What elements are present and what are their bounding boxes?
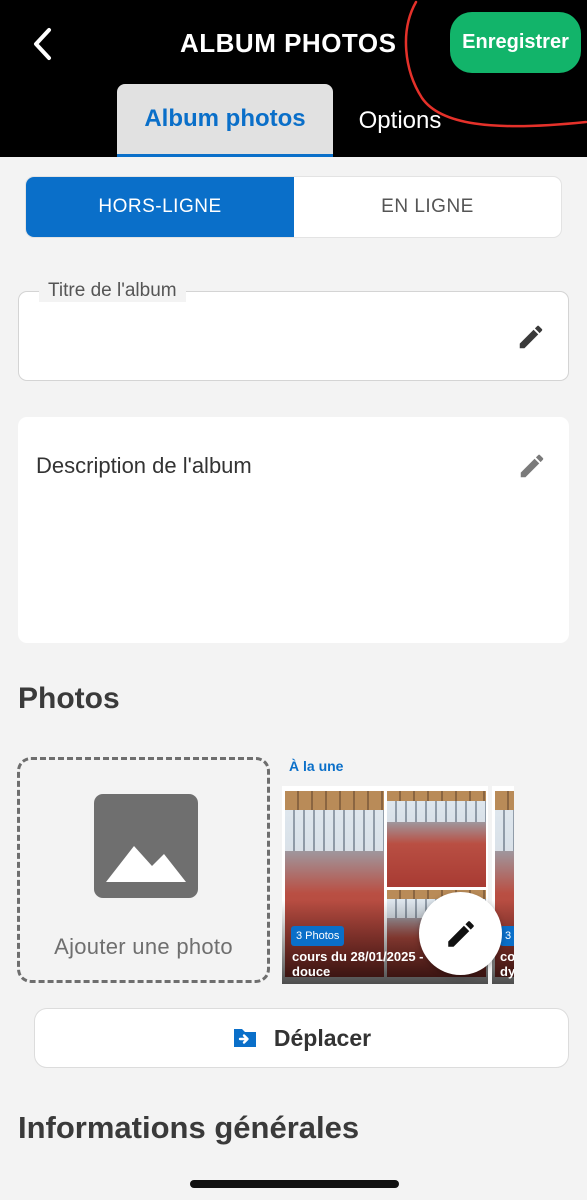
album-title-label: Titre de l'album bbox=[39, 280, 186, 302]
offline-option[interactable]: HORS-LIGNE bbox=[26, 177, 294, 237]
album-description-field[interactable]: Description de l'album bbox=[18, 417, 569, 643]
save-button[interactable]: Enregistrer bbox=[450, 12, 581, 73]
photo-count-badge: 3 bbox=[500, 926, 514, 946]
add-photo-button[interactable]: Ajouter une photo bbox=[17, 757, 270, 983]
album-caption: co dy bbox=[500, 949, 514, 979]
pencil-icon[interactable] bbox=[516, 322, 546, 352]
tab-options[interactable]: Options bbox=[340, 84, 460, 157]
add-photo-label: Ajouter une photo bbox=[54, 934, 233, 959]
image-icon bbox=[94, 794, 198, 898]
pencil-icon[interactable] bbox=[517, 451, 547, 481]
album-description-placeholder: Description de l'album bbox=[36, 453, 252, 478]
back-button[interactable] bbox=[28, 24, 58, 64]
featured-label: À la une bbox=[289, 758, 344, 774]
album-thumbnail bbox=[387, 791, 486, 887]
move-button-label: Déplacer bbox=[273, 1024, 372, 1051]
general-info-title: Informations générales bbox=[18, 1110, 360, 1145]
home-indicator bbox=[190, 1180, 399, 1188]
photos-section-title: Photos bbox=[18, 682, 120, 715]
pencil-icon bbox=[447, 920, 474, 947]
mode-toggle: HORS-LIGNE EN LIGNE bbox=[25, 176, 562, 238]
edit-fab-button[interactable] bbox=[419, 892, 502, 975]
album-title-field[interactable]: Titre de l'album bbox=[18, 280, 569, 381]
tab-album-photos[interactable]: Album photos bbox=[117, 84, 333, 157]
page-title: ALBUM PHOTOS bbox=[180, 28, 397, 58]
folder-move-icon bbox=[233, 1029, 256, 1047]
move-button[interactable]: Déplacer bbox=[34, 1008, 569, 1068]
top-bar: ALBUM PHOTOS Enregistrer Album photos Op… bbox=[0, 0, 587, 157]
online-option[interactable]: EN LIGNE bbox=[294, 177, 561, 237]
chevron-left-icon bbox=[34, 28, 51, 60]
photo-count-badge: 3 Photos bbox=[291, 926, 345, 946]
